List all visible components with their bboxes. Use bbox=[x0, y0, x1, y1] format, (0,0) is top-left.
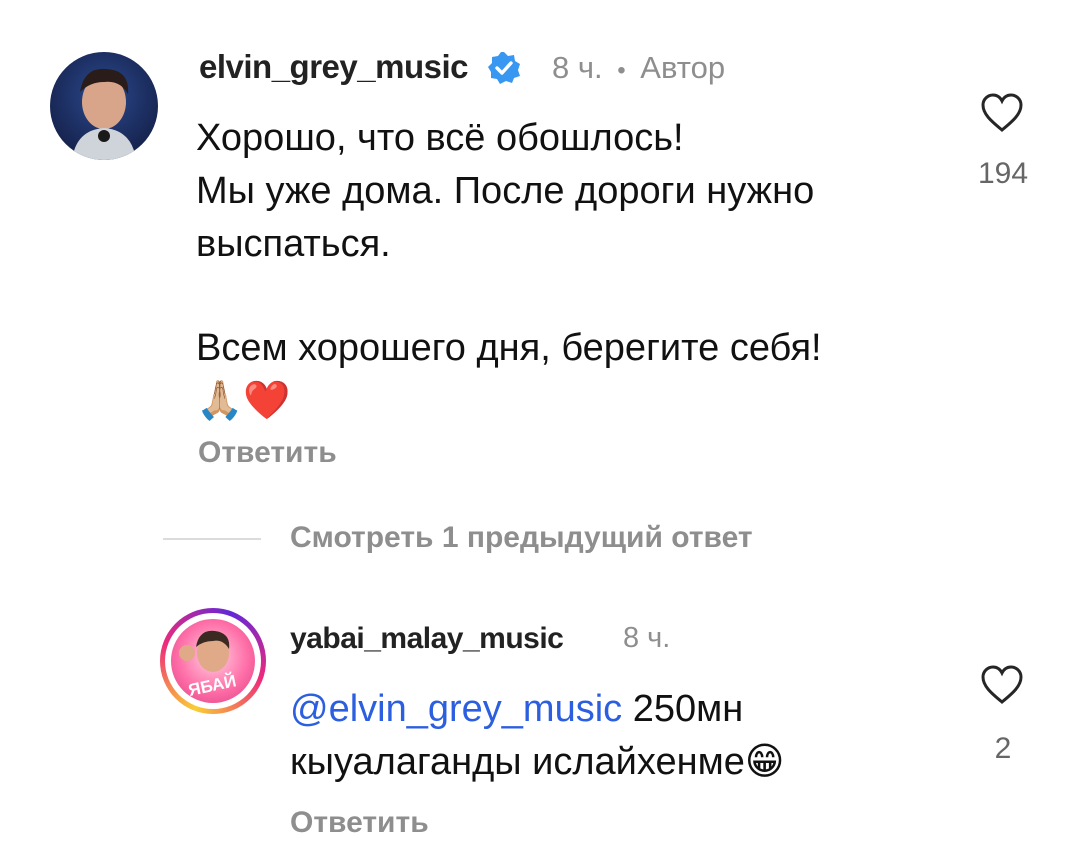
reply-line-1-rest: 250мн bbox=[622, 688, 744, 730]
reply-button[interactable]: Ответить bbox=[198, 436, 337, 470]
grinning-emoji: 😁 bbox=[744, 741, 785, 783]
comment-username[interactable]: elvin_grey_music bbox=[199, 48, 469, 86]
reply-time: 8 ч. bbox=[623, 622, 671, 654]
avatar-yabai-malay-music[interactable]: ЯБАЙ bbox=[171, 619, 255, 703]
verified-badge-icon bbox=[488, 52, 520, 84]
heart-outline-icon-2[interactable] bbox=[979, 664, 1025, 706]
comment-text: Хорошо, что всё обошлось! Мы уже дома. П… bbox=[196, 112, 916, 427]
red-heart-emoji: ❤️ bbox=[243, 380, 291, 422]
like-count-2: 2 bbox=[994, 732, 1012, 765]
comment-time: 8 ч. bbox=[552, 50, 603, 85]
reply-line-2-text: кыуалаганды ислайхенме bbox=[290, 741, 745, 783]
comment-meta: 8 ч. • Автор bbox=[552, 50, 725, 86]
avatar-elvin-grey-music[interactable] bbox=[50, 52, 158, 160]
avatar-logo-text: ЯБАЙ bbox=[187, 671, 238, 700]
comment-line: Всем хорошего дня, берегите себя! bbox=[196, 327, 822, 369]
author-badge: Автор bbox=[640, 50, 726, 85]
reply-button-2[interactable]: Ответить bbox=[290, 806, 429, 840]
reply-line-2: кыуалаганды ислайхенме😁 bbox=[290, 736, 930, 789]
replies-divider bbox=[163, 538, 261, 540]
comment-line: выспаться. bbox=[196, 223, 391, 265]
folded-hands-emoji: 🙏🏼 bbox=[196, 380, 244, 422]
mention-link[interactable]: @elvin_grey_music bbox=[290, 688, 622, 730]
view-previous-replies[interactable]: Смотреть 1 предыдущий ответ bbox=[290, 521, 753, 555]
comment-emoji-line: 🙏🏼❤️ bbox=[196, 375, 916, 427]
comment-line: Мы уже дома. После дороги нужно bbox=[196, 170, 815, 212]
heart-outline-icon[interactable] bbox=[979, 92, 1025, 134]
comment-line-blank bbox=[196, 271, 916, 324]
reply-username[interactable]: yabai_malay_music bbox=[290, 622, 564, 656]
like-count: 194 bbox=[977, 157, 1029, 190]
reply-text: @elvin_grey_music 250мн кыуалаганды исла… bbox=[290, 683, 930, 789]
reply-line-1: @elvin_grey_music 250мн bbox=[290, 683, 930, 736]
separator-dot: • bbox=[617, 57, 626, 84]
comment-line: Хорошо, что всё обошлось! bbox=[196, 117, 684, 159]
